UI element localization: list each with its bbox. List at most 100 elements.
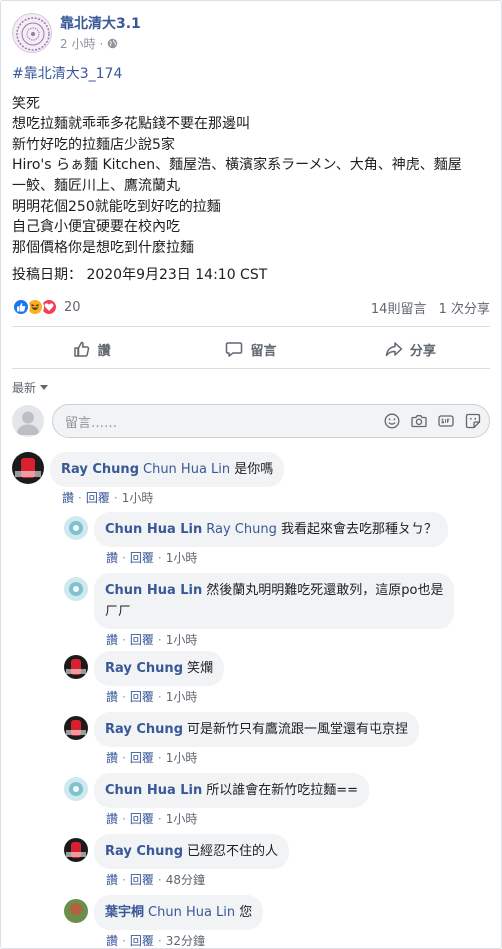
comment-time[interactable]: 1小時 xyxy=(166,812,198,826)
comment-author[interactable]: Ray Chung xyxy=(105,722,183,737)
comment-count[interactable]: 14則留言 xyxy=(371,302,427,317)
globe-icon xyxy=(108,38,118,49)
comment-bubble: Chun Hua Lin 然後蘭丸明明難吃死還敢列，這原po也是 ㄏㄏ xyxy=(94,573,455,629)
comment-reply-button[interactable]: 回覆 xyxy=(130,873,154,887)
commenter-avatar[interactable] xyxy=(12,452,44,484)
comment-sort-dropdown[interactable]: 最新 xyxy=(12,379,49,396)
comment-reply-button[interactable]: 回覆 xyxy=(130,812,154,826)
comment-text: ㄏㄏ xyxy=(105,604,132,619)
comment-author[interactable]: Chun Hua Lin xyxy=(105,783,202,798)
comment-time[interactable]: 32分鐘 xyxy=(166,934,205,948)
emoji-icon[interactable] xyxy=(384,413,400,429)
comment-time[interactable]: 1小時 xyxy=(166,551,198,565)
comment-author[interactable]: Chun Hua Lin xyxy=(105,522,202,537)
comment-time[interactable]: 1小時 xyxy=(166,633,198,647)
post-line: 明明花個250就能吃到好吃的拉麵 xyxy=(12,198,221,215)
post-header: 靠北清大3.1 2 小時 · xyxy=(12,10,141,56)
comment-text: 可是新竹只有鷹流跟一風堂還有屯京捏 xyxy=(187,722,409,737)
comment-author[interactable]: Ray Chung xyxy=(61,462,139,477)
post-line: 自己貪小便宜硬要在校內吃 xyxy=(12,219,180,236)
commenter-avatar[interactable] xyxy=(64,577,88,601)
comment-like-button[interactable]: 讚 xyxy=(62,491,74,505)
comment-like-button[interactable]: 讚 xyxy=(106,934,118,948)
comment-mention[interactable]: Chun Hua Lin xyxy=(143,462,230,477)
comment-item: Ray Chung Chun Hua Lin 是你嗎 讚 · 回覆 · 1小時 xyxy=(12,452,285,506)
commenter-avatar[interactable] xyxy=(64,838,88,862)
reaction-count[interactable]: 20 xyxy=(64,300,81,315)
post-line: 新竹好吃的拉麵店少說5家 xyxy=(12,136,175,153)
comment-like-button[interactable]: 讚 xyxy=(106,551,118,565)
commenter-avatar[interactable] xyxy=(64,777,88,801)
comment-bubble: 葉宇桐 Chun Hua Lin 您 xyxy=(94,895,264,930)
sort-label: 最新 xyxy=(12,381,37,395)
comment-mention[interactable]: Ray Chung xyxy=(206,522,277,537)
comment-icon xyxy=(226,342,243,357)
like-label: 讚 xyxy=(97,343,111,359)
share-count[interactable]: 1 次分享 xyxy=(439,302,490,317)
comment-reply-button[interactable]: 回覆 xyxy=(130,551,154,565)
comment-author[interactable]: 葉宇桐 xyxy=(105,905,144,920)
comment-composer: 留言…… xyxy=(12,404,490,438)
comment-button[interactable]: 留言 xyxy=(171,332,330,366)
post-time[interactable]: 2 小時 xyxy=(60,36,95,52)
comment-like-button[interactable]: 讚 xyxy=(106,690,118,704)
comment-text: 我看起來會去吃那種ㄆㄅ？ xyxy=(281,522,438,537)
seal-logo-icon xyxy=(16,17,50,51)
post-body: #靠北清大3_174 笑死 想吃拉麵就乖乖多花點錢不要在那邊叫 新竹好吃的拉麵店… xyxy=(12,64,490,286)
divider xyxy=(12,368,490,369)
reply-item: 葉宇桐 Chun Hua Lin 您 讚 · 回覆 · 32分鐘 xyxy=(64,895,264,949)
like-button[interactable]: 讚 xyxy=(12,332,171,366)
comment-text: 所以誰會在新竹吃拉麵== xyxy=(206,783,359,798)
commenter-avatar[interactable] xyxy=(64,899,88,923)
page-name[interactable]: 靠北清大3.1 xyxy=(60,15,141,33)
share-icon xyxy=(385,342,403,357)
comment-label: 留言 xyxy=(250,343,277,359)
hashtag-link[interactable]: #靠北清大3_174 xyxy=(12,64,490,85)
comment-mention[interactable]: Chun Hua Lin xyxy=(148,905,235,920)
gif-icon[interactable] xyxy=(438,413,454,429)
comment-author[interactable]: Ray Chung xyxy=(105,844,183,859)
post-line: 那個價格你是想吃到什麼拉麵 xyxy=(12,239,194,256)
comment-text: 是你嗎 xyxy=(234,462,274,477)
commenter-avatar[interactable] xyxy=(64,716,88,740)
comment-bubble: Chun Hua Lin Ray Chung 我看起來會去吃那種ㄆㄅ？ xyxy=(94,512,449,547)
post-line: 笑死 xyxy=(12,95,40,112)
comment-like-button[interactable]: 讚 xyxy=(106,812,118,826)
comment-time[interactable]: 48分鐘 xyxy=(166,873,205,887)
comment-bubble: Ray Chung Chun Hua Lin 是你嗎 xyxy=(50,452,285,487)
comment-time[interactable]: 1小時 xyxy=(166,751,198,765)
comment-bubble: Ray Chung 笑爛 xyxy=(94,651,225,686)
comment-author[interactable]: Chun Hua Lin xyxy=(105,583,202,598)
reply-item: Ray Chung 可是新竹只有鷹流跟一風堂還有屯京捏 讚 · 回覆 · 1小時 xyxy=(64,712,420,766)
reply-item: Chun Hua Lin Ray Chung 我看起來會去吃那種ㄆㄅ？ 讚 · 回覆 ·… xyxy=(64,512,449,566)
sticker-icon[interactable] xyxy=(465,413,481,429)
comment-reply-button[interactable]: 回覆 xyxy=(86,491,110,505)
commenter-avatar[interactable] xyxy=(64,516,88,540)
comment-text: 已經忍不住的人 xyxy=(187,844,279,859)
camera-icon[interactable] xyxy=(411,413,427,429)
comment-placeholder: 留言…… xyxy=(65,415,118,431)
commenter-avatar[interactable] xyxy=(64,655,88,679)
comment-input[interactable]: 留言…… xyxy=(52,404,490,438)
post-actions: 讚 留言 分享 xyxy=(12,332,490,366)
comment-author[interactable]: Ray Chung xyxy=(105,661,183,676)
reactions-bar: 20 14則留言 1 次分享 xyxy=(12,296,490,318)
comment-reply-button[interactable]: 回覆 xyxy=(130,690,154,704)
caret-down-icon xyxy=(40,385,49,390)
comment-like-button[interactable]: 讚 xyxy=(106,873,118,887)
comment-reply-button[interactable]: 回覆 xyxy=(130,751,154,765)
comment-time[interactable]: 1小時 xyxy=(122,491,154,505)
comment-reply-button[interactable]: 回覆 xyxy=(130,633,154,647)
comment-time[interactable]: 1小時 xyxy=(166,690,198,704)
separator-dot: · xyxy=(99,36,104,51)
post-line: 一鮫、麵匠川上、鷹流蘭丸 xyxy=(12,177,180,194)
page-logo[interactable] xyxy=(12,13,52,53)
reply-item: Ray Chung 笑爛 讚 · 回覆 · 1小時 xyxy=(64,651,225,705)
comment-text: 笑爛 xyxy=(187,661,214,676)
reaction-icons[interactable] xyxy=(12,298,58,316)
comment-reply-button[interactable]: 回覆 xyxy=(130,934,154,948)
comment-like-button[interactable]: 讚 xyxy=(106,751,118,765)
comment-like-button[interactable]: 讚 xyxy=(106,633,118,647)
post-date: 投稿日期： 2020年9月23日 14:10 CST xyxy=(12,267,268,284)
share-button[interactable]: 分享 xyxy=(331,332,490,366)
